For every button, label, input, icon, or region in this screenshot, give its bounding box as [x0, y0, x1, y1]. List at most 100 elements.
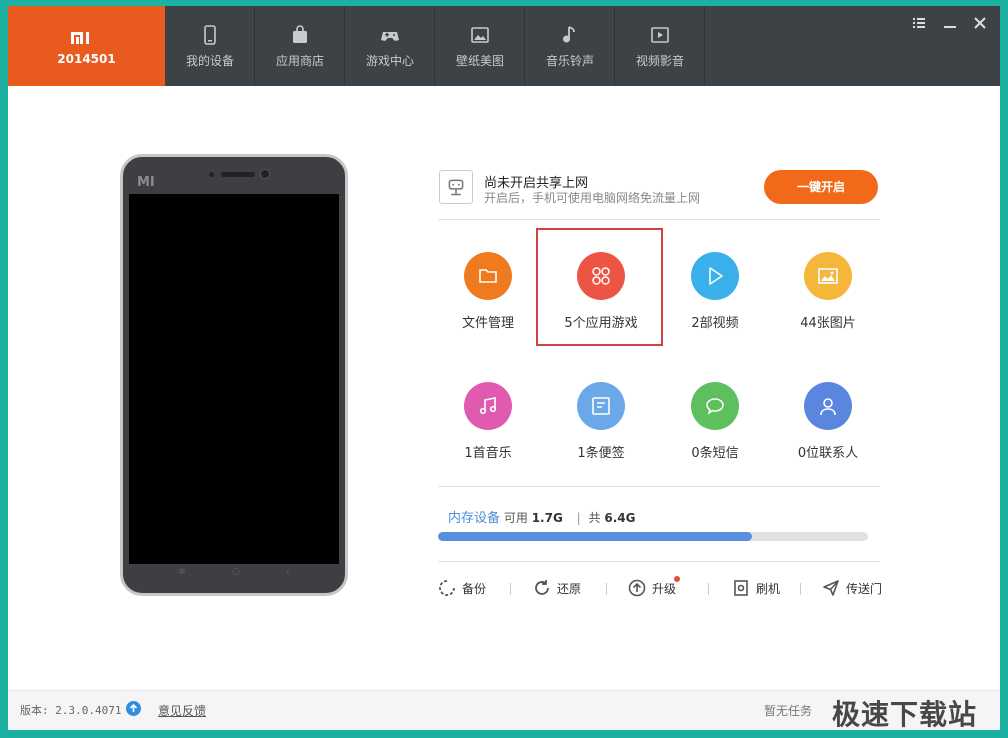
tile-icon-circle — [464, 252, 512, 300]
nav-label: 视频影音 — [635, 54, 684, 68]
tile-sms[interactable]: 0条短信 — [659, 364, 771, 464]
share-description: 开启后，手机可使用电脑网络免流量上网 — [484, 191, 701, 205]
divider — [510, 583, 511, 595]
storage-separator: | — [576, 511, 581, 525]
tile-label: 2部视频 — [691, 316, 739, 331]
play-icon — [709, 267, 723, 285]
storage-total-label: 共 — [588, 511, 601, 525]
tile-icon-circle — [577, 382, 625, 430]
tile-music[interactable]: 1首音乐 — [432, 364, 544, 464]
folder-icon — [479, 269, 497, 283]
upgrade-icon — [628, 579, 646, 597]
nav-app-store[interactable]: 应用商店 — [255, 6, 345, 86]
phone-speaker — [221, 172, 255, 177]
task-status[interactable]: 暂无任务 — [764, 702, 812, 719]
update-available-icon[interactable] — [126, 701, 141, 716]
nav-video[interactable]: 视频影音 — [615, 6, 705, 86]
phone-icon — [204, 25, 216, 45]
flash-icon — [734, 580, 748, 596]
storage-info: 内存设备 可用 1.7G | 共 6.4G — [448, 507, 635, 526]
action-label: 刷机 — [756, 582, 781, 596]
nav-game-center[interactable]: 游戏中心 — [345, 6, 435, 86]
tile-label: 44张图片 — [800, 316, 856, 331]
music-note-icon — [563, 26, 575, 43]
nav-music[interactable]: 音乐铃声 — [525, 6, 615, 86]
backup-icon — [439, 580, 455, 596]
top-navigation-bar: 2014501 我的设备 应用商店 游戏中心 壁纸美图 音乐铃声 视频影音 — [8, 6, 1000, 86]
storage-usage-bar — [438, 532, 868, 541]
phone-nav-keys: ≡○‹ — [178, 567, 336, 577]
menu-icon[interactable] — [910, 14, 928, 32]
phone-preview: MI ≡○‹ — [120, 154, 348, 596]
nav-label: 壁纸美图 — [455, 54, 504, 68]
tile-contacts[interactable]: 0位联系人 — [772, 364, 884, 464]
divider — [606, 583, 607, 595]
tile-label: 1条便签 — [577, 446, 625, 461]
storage-total-value: 6.4G — [604, 511, 636, 525]
contact-icon — [820, 398, 836, 416]
device-id: 2014501 — [57, 52, 116, 66]
action-label: 传送门 — [846, 582, 883, 596]
action-label: 还原 — [557, 582, 582, 596]
phone-screen — [129, 194, 339, 564]
tile-label: 文件管理 — [461, 316, 514, 331]
tile-images[interactable]: 44张图片 — [772, 234, 884, 334]
video-play-icon — [651, 27, 669, 43]
storage-panel: 内存设备 可用 1.7G | 共 6.4G — [438, 486, 880, 562]
tile-icon-circle — [804, 252, 852, 300]
tile-file-manager[interactable]: 文件管理 — [432, 234, 544, 334]
share-network-panel: 尚未开启共享上网 开启后，手机可使用电脑网络免流量上网 一键开启 — [438, 168, 880, 220]
tile-icon-circle — [464, 382, 512, 430]
arrow-up-icon — [129, 703, 138, 712]
gamepad-icon — [381, 32, 399, 41]
tile-label: 0条短信 — [691, 446, 739, 461]
share-network-icon-box — [439, 170, 473, 204]
nav-label: 音乐铃声 — [545, 54, 594, 68]
divider — [800, 583, 801, 595]
tile-icon-circle — [691, 252, 739, 300]
mi-logo-icon — [71, 32, 89, 44]
version-text: 版本: 2.3.0.4071 — [20, 704, 122, 717]
app-window: 2014501 我的设备 应用商店 游戏中心 壁纸美图 音乐铃声 视频影音 MI… — [8, 6, 1000, 731]
status-footer: 版本: 2.3.0.4071 意见反馈 暂无任务 极速下载站 — [8, 690, 1000, 731]
chat-bubble-icon — [706, 398, 724, 415]
phone-sensor — [209, 172, 214, 177]
picture-icon — [471, 27, 489, 43]
selection-highlight-box — [536, 228, 663, 346]
music-icon — [479, 397, 497, 415]
nav-wallpaper[interactable]: 壁纸美图 — [435, 6, 525, 86]
tile-videos[interactable]: 2部视频 — [659, 234, 771, 334]
storage-available-label: 可用 — [503, 511, 528, 525]
tile-icon-circle — [804, 382, 852, 430]
device-brand-tab[interactable]: 2014501 — [8, 6, 165, 86]
note-icon — [592, 397, 610, 415]
phone-camera — [260, 169, 270, 179]
tile-label: 1首音乐 — [464, 446, 512, 461]
nav-label: 应用商店 — [275, 54, 324, 68]
bag-icon — [293, 25, 307, 43]
restore-icon — [535, 580, 549, 595]
upgrade-badge-dot — [674, 576, 680, 582]
tile-icon-circle — [691, 382, 739, 430]
action-label: 备份 — [462, 582, 487, 596]
main-nav: 我的设备 应用商店 游戏中心 壁纸美图 音乐铃声 视频影音 — [165, 6, 705, 86]
watermark-text: 极速下载站 — [832, 698, 978, 731]
tile-label: 0位联系人 — [797, 446, 859, 461]
nav-label: 游戏中心 — [365, 54, 414, 68]
storage-available-value: 1.7G — [531, 511, 563, 525]
tile-notes[interactable]: 1条便签 — [545, 364, 657, 464]
storage-device-label[interactable]: 内存设备 — [448, 511, 500, 526]
device-actions-bar: 备份 还原 升级 刷机 传送门 — [438, 576, 883, 600]
storage-usage-fill — [438, 532, 752, 541]
nav-label: 我的设备 — [185, 54, 234, 68]
action-label: 升级 — [652, 582, 677, 596]
feedback-link[interactable]: 意见反馈 — [158, 702, 206, 719]
image-icon — [818, 268, 838, 284]
router-icon — [448, 179, 464, 196]
close-icon[interactable] — [971, 14, 989, 32]
minimize-icon[interactable] — [941, 14, 959, 32]
enable-share-button[interactable]: 一键开启 — [764, 170, 878, 204]
nav-my-device[interactable]: 我的设备 — [165, 6, 255, 86]
phone-logo: MI — [137, 175, 155, 190]
divider — [708, 583, 709, 595]
